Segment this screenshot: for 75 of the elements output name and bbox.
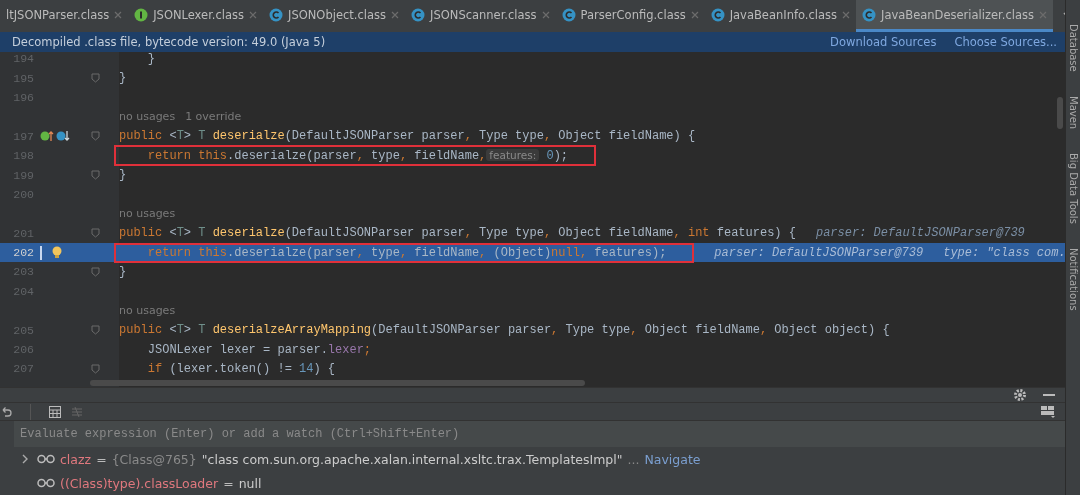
fold-marker-icon[interactable]	[90, 267, 100, 277]
variable-name: clazz	[60, 451, 92, 467]
chevron-right-icon[interactable]	[22, 454, 29, 464]
fold-marker-icon[interactable]	[90, 73, 100, 84]
code-line: }	[146, 52, 155, 66]
execution-point-marker	[40, 245, 42, 260]
lightbulb-icon[interactable]	[52, 245, 62, 260]
settings-icon[interactable]	[1013, 388, 1027, 403]
variable-name: ((Class)type).classLoader	[60, 475, 219, 491]
code-line: }	[119, 71, 127, 86]
close-icon[interactable]	[391, 10, 400, 19]
undo-icon[interactable]	[0, 405, 12, 418]
file-tab[interactable]: JavaBeanDeserializer.class	[856, 0, 1053, 32]
watch-glasses-icon	[37, 454, 55, 464]
close-icon[interactable]	[690, 10, 699, 19]
fold-marker-icon[interactable]	[90, 170, 100, 181]
fold-marker-icon[interactable]	[90, 325, 100, 336]
file-tab[interactable]: JSONObject.class	[263, 0, 406, 32]
class-icon	[411, 7, 426, 22]
code-line: JSONLexer lexer = parser.lexer;	[146, 342, 372, 357]
inline-debug-value: parser: DefaultJSONParser@739	[815, 226, 1025, 241]
close-icon[interactable]	[1038, 10, 1047, 19]
inline-debug-value: parser: DefaultJSONParser@739	[714, 245, 924, 260]
inline-debug-value: type: "class com.	[943, 245, 1065, 260]
class-icon	[561, 7, 576, 22]
class-icon	[862, 7, 877, 22]
code-line: }	[119, 168, 127, 183]
line-number: 202	[12, 246, 34, 260]
close-icon[interactable]	[114, 10, 123, 19]
banner-link[interactable]: Choose Sources...	[954, 35, 1057, 49]
equals-sign: =	[223, 475, 234, 491]
tool-window-tab[interactable]: Database	[1067, 24, 1079, 72]
ellipsis-text: ...	[627, 451, 640, 467]
file-tab[interactable]: ParserConfig.class	[555, 0, 705, 32]
override-icon[interactable]	[40, 130, 54, 143]
close-icon[interactable]	[541, 10, 550, 19]
tool-window-tab[interactable]: Big Data Tools	[1067, 152, 1079, 224]
class-icon	[269, 7, 283, 22]
banner-text: Decompiled .class file, bytecode version: 49.0 (Java 5)	[12, 35, 326, 49]
fold-marker-icon[interactable]	[90, 131, 100, 142]
navigate-link[interactable]: Navigate	[644, 451, 701, 467]
layout-icon[interactable]	[1041, 404, 1055, 419]
vertical-scrollbar[interactable]	[1057, 97, 1063, 129]
implemented-icon[interactable]	[56, 130, 70, 143]
tool-window-tab[interactable]: Notifications	[1067, 247, 1079, 311]
close-icon[interactable]	[842, 10, 851, 19]
class-icon	[710, 7, 725, 22]
variable-reference: {Class@765}	[111, 451, 197, 467]
code-line: }	[119, 265, 127, 279]
code-line: if (lexer.token() != 14) {	[146, 361, 336, 376]
fold-marker-icon[interactable]	[90, 363, 100, 374]
horizontal-scrollbar[interactable]	[90, 380, 585, 386]
banner-link[interactable]: Download Sources	[830, 35, 937, 49]
code-line: public <T> T deserialzeArrayMapping(DefaultJSONParser parser, Type type, Object fieldName, Object object) {	[119, 323, 890, 338]
calculator-icon[interactable]	[49, 405, 61, 418]
usage-hint[interactable]: no usages	[119, 110, 176, 124]
watch-glasses-icon	[37, 478, 55, 488]
close-icon[interactable]	[249, 10, 257, 19]
code-line: public <T> T deserialze(DefaultJSONParser parser, Type type, Object fieldName, int features) {	[119, 226, 796, 241]
variable-value: "class com.sun.org.apache.xalan.internal.xsltc.trax.TemplatesImpl"	[201, 451, 623, 467]
code-line: public <T> T deserialze(DefaultJSONParser parser, Type type, Object fieldName) {	[119, 129, 696, 144]
usage-hint[interactable]: 1 override	[185, 110, 242, 124]
file-tab[interactable]: JSONLexer.class	[128, 0, 263, 32]
usage-hint[interactable]: no usages	[119, 207, 176, 221]
equals-sign: =	[96, 451, 107, 467]
usage-hint[interactable]: no usages	[119, 304, 176, 318]
fold-marker-icon[interactable]	[90, 228, 100, 239]
file-tab[interactable]: JavaBeanInfo.class	[704, 0, 857, 32]
file-tab[interactable]: ltJSONParser.class	[0, 0, 129, 32]
variable-value: null	[238, 475, 262, 491]
filter-icon[interactable]	[71, 405, 83, 418]
tool-window-tab[interactable]: Maven	[1067, 95, 1079, 129]
interface-icon	[134, 7, 149, 22]
file-tab[interactable]: JSONScanner.class	[405, 0, 556, 32]
evaluate-expression-field[interactable]: Evaluate expression (Enter) or add a watch (Ctrl+Shift+Enter)	[14, 421, 1065, 447]
